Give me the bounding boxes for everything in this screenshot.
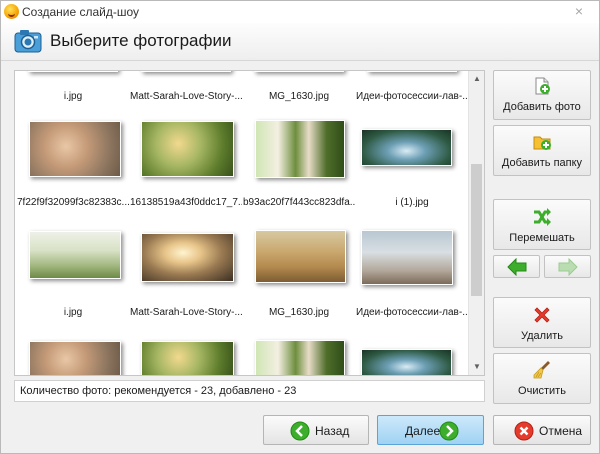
back-button[interactable]: Назад bbox=[263, 415, 369, 445]
window-title: Создание слайд-шоу bbox=[22, 5, 139, 19]
photo-caption: MG_1630.jpg bbox=[268, 91, 330, 102]
photo-count-status: Количество фото: рекомендуется - 23, доб… bbox=[14, 380, 485, 402]
app-smiley-icon bbox=[4, 4, 19, 19]
page-header: Выберите фотографии bbox=[1, 23, 599, 61]
move-right-button[interactable] bbox=[544, 255, 591, 278]
photo-caption: Matt-Sarah-Love-Story-... bbox=[130, 307, 242, 318]
shuffle-label: Перемешать bbox=[509, 232, 575, 244]
cancel-icon bbox=[514, 421, 534, 441]
page-title: Выберите фотографии bbox=[50, 31, 232, 50]
clear-button[interactable]: Очистить bbox=[493, 353, 591, 404]
photo-caption: Идеи-фотосессии-лав-... bbox=[356, 307, 468, 318]
photo-thumbnail bbox=[361, 230, 453, 285]
delete-label: Удалить bbox=[521, 330, 563, 342]
add-photo-label: Добавить фото bbox=[503, 101, 581, 113]
dialog-window: Создание слайд-шоу × Выберите фотографии… bbox=[0, 0, 600, 454]
title-bar: Создание слайд-шоу × bbox=[1, 1, 599, 23]
photo-thumbnail bbox=[361, 349, 452, 375]
vertical-scrollbar[interactable]: ▲ ▼ bbox=[468, 71, 484, 375]
cancel-button[interactable]: Отмена bbox=[493, 415, 591, 445]
cancel-label: Отмена bbox=[539, 424, 583, 438]
photo-caption: 7f22f9f32099f3c82383c... bbox=[17, 197, 129, 208]
next-arrow-icon bbox=[439, 421, 459, 441]
scroll-down-icon[interactable]: ▼ bbox=[469, 359, 484, 375]
close-icon[interactable]: × bbox=[571, 3, 587, 19]
delete-x-icon bbox=[534, 307, 550, 323]
back-arrow-icon bbox=[290, 421, 310, 441]
camera-icon bbox=[14, 30, 42, 53]
photo-caption: MG_1630.jpg bbox=[268, 307, 330, 318]
arrow-right-icon bbox=[558, 258, 578, 276]
shuffle-button[interactable]: Перемешать bbox=[493, 199, 591, 250]
photo-caption: i.jpg bbox=[63, 307, 83, 318]
broom-icon bbox=[533, 361, 550, 379]
photo-caption: Matt-Sarah-Love-Story-... bbox=[130, 91, 242, 102]
scroll-up-icon[interactable]: ▲ bbox=[469, 71, 484, 87]
add-folder-icon bbox=[533, 136, 551, 150]
next-label: Далее bbox=[405, 424, 441, 438]
photo-thumbnail bbox=[141, 121, 234, 177]
photo-thumbnail bbox=[29, 121, 121, 177]
shuffle-icon bbox=[534, 208, 551, 226]
photo-thumbnail bbox=[141, 233, 234, 282]
photo-thumbnail bbox=[28, 71, 118, 72]
clear-label: Очистить bbox=[518, 385, 566, 397]
photo-thumbnail bbox=[29, 341, 121, 375]
arrow-left-icon bbox=[507, 258, 527, 276]
delete-button[interactable]: Удалить bbox=[493, 297, 591, 348]
photo-thumbnail bbox=[141, 341, 234, 375]
photo-caption: i.jpg bbox=[63, 91, 83, 102]
photo-thumbnail bbox=[141, 71, 231, 72]
next-button[interactable]: Далее bbox=[377, 415, 484, 445]
photo-gallery[interactable]: i.jpg Matt-Sarah-Love-Story-... MG_1630.… bbox=[14, 70, 485, 376]
back-label: Назад bbox=[315, 424, 350, 438]
move-left-button[interactable] bbox=[493, 255, 540, 278]
add-photo-button[interactable]: Добавить фото bbox=[493, 70, 591, 120]
photo-thumbnail bbox=[254, 71, 344, 72]
add-photo-icon bbox=[535, 77, 550, 95]
photo-thumbnail bbox=[29, 231, 121, 279]
photo-grid: i.jpg Matt-Sarah-Love-Story-... MG_1630.… bbox=[15, 71, 470, 375]
photo-caption: b93ac20f7f443cc823dfa... bbox=[243, 197, 355, 208]
photo-caption: Идеи-фотосессии-лав-... bbox=[356, 91, 468, 102]
add-folder-button[interactable]: Добавить папку bbox=[493, 125, 591, 176]
photo-caption: i (1).jpg bbox=[395, 197, 429, 208]
scrollbar-thumb[interactable] bbox=[471, 164, 482, 296]
photo-thumbnail bbox=[255, 230, 346, 283]
photo-thumbnail bbox=[255, 340, 345, 375]
photo-thumbnail bbox=[367, 71, 457, 72]
photo-thumbnail bbox=[361, 129, 452, 166]
add-folder-label: Добавить папку bbox=[501, 157, 583, 169]
photo-thumbnail bbox=[255, 120, 345, 178]
photo-caption: 16138519a43f0ddc17_7... bbox=[130, 197, 242, 208]
